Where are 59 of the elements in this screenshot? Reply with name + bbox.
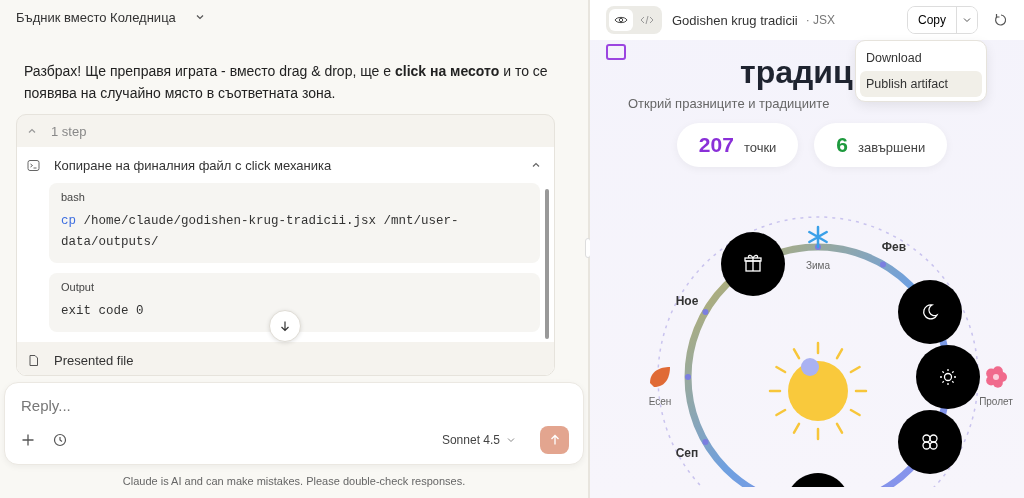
month-label: Фев	[881, 240, 907, 254]
season-label: Есен	[648, 396, 672, 407]
holiday-node[interactable]	[721, 232, 785, 296]
snowflake-icon	[808, 225, 828, 249]
month-tick	[702, 439, 709, 445]
stat-value: 6	[836, 133, 849, 157]
season-label: Пролет	[979, 396, 1013, 407]
step-title: Копиране на финалния файл с click механика	[54, 157, 333, 173]
menu-item[interactable]: Publish artifact	[860, 71, 982, 97]
month-tick	[702, 309, 709, 315]
season-label: Зима	[805, 260, 831, 271]
month-tick	[880, 261, 886, 268]
terminal-icon	[27, 158, 40, 172]
output-label: Output	[61, 281, 96, 293]
page-subtitle: Открий празниците и традициите	[627, 96, 830, 111]
output-text: exit code 0	[61, 303, 145, 320]
month-tick	[685, 374, 691, 380]
holiday-node[interactable]	[791, 473, 845, 487]
chevron-down-icon	[962, 15, 972, 25]
step-title: Presented file	[54, 352, 135, 368]
preview-toggle[interactable]	[609, 9, 633, 31]
plus-icon[interactable]	[21, 433, 35, 447]
arrow-up-icon	[548, 434, 561, 446]
leaf-icon	[650, 367, 670, 387]
disclaimer: Claude is AI and can make mistakes. Please double-check responses.	[121, 475, 467, 487]
clock-icon[interactable]	[53, 433, 67, 447]
scrollbar-thumb[interactable]	[545, 189, 549, 339]
artifact-type: · JSX	[805, 13, 836, 27]
chevron-down-icon	[506, 435, 516, 445]
month-label: Сеп	[675, 446, 699, 460]
holiday-node[interactable]	[898, 280, 962, 344]
chevron-icon	[27, 126, 37, 136]
code-icon	[640, 15, 654, 25]
stat-label: точки	[743, 140, 777, 155]
stat-label: завършени	[858, 140, 926, 155]
arrow-down-icon	[279, 320, 291, 332]
model-selector[interactable]: Sonnet 4.5	[435, 432, 522, 448]
page-heading: традиц	[740, 53, 853, 92]
code-language: bash	[61, 191, 86, 203]
artifact-title: Godishen krug tradicii	[672, 12, 798, 28]
refresh-icon[interactable]	[994, 13, 1008, 27]
file-icon	[27, 353, 40, 367]
chat-title[interactable]: Бъдник вместо Коледница	[16, 9, 176, 25]
holiday-node[interactable]	[916, 345, 980, 409]
assistant-message: Разбрах! Ще преправя играта - вместо drag & drop, ще е click на месото и то се появява на случайно място в съответната зона.	[24, 62, 549, 103]
steps-summary: 1 step	[51, 123, 87, 139]
stat-value: 207	[698, 133, 734, 157]
step-header[interactable]: Копиране на финалния файл с click механика	[17, 147, 554, 183]
holiday-node[interactable]	[898, 410, 962, 474]
menu-item[interactable]: Download	[860, 45, 982, 71]
eye-icon	[614, 15, 628, 25]
command-line: cp /home/claude/godishen-krug-tradicii.jsx /mnt/user-data/outputs/	[61, 213, 460, 251]
month-label: Ное	[675, 294, 699, 308]
copy-button[interactable]: Copy	[908, 7, 957, 33]
step-header[interactable]: Presented file	[17, 342, 554, 375]
frame-icon	[606, 44, 626, 60]
reply-field[interactable]: Reply... Sonnet 4.5	[4, 382, 584, 465]
blossom-icon	[986, 366, 1007, 388]
month-tick	[815, 244, 821, 250]
